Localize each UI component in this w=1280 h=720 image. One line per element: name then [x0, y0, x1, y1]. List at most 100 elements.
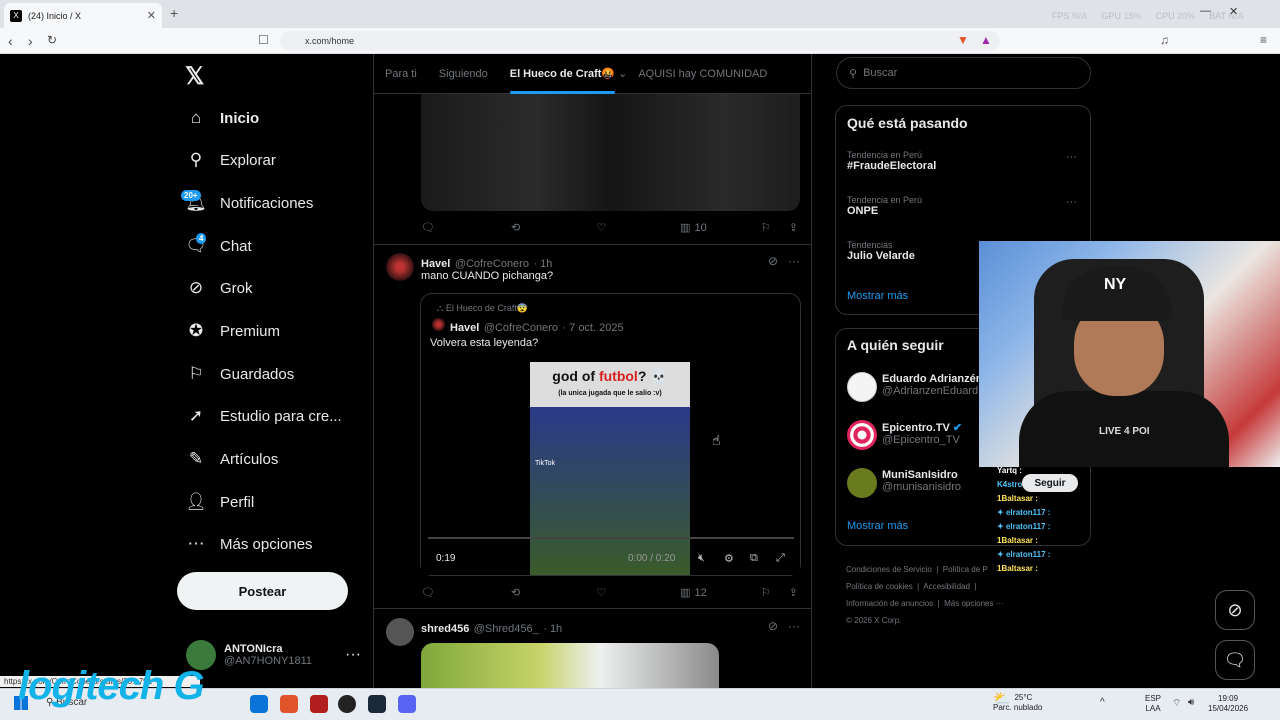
close-window-icon[interactable]: ✕: [1229, 5, 1238, 18]
new-tab-icon[interactable]: +: [170, 5, 178, 21]
brave-shield-icon[interactable]: ▼: [957, 33, 969, 47]
nav-item-explorar[interactable]: ⚲ Explorar: [186, 143, 276, 177]
volume-icon[interactable]: 🔊︎: [1188, 697, 1194, 708]
trend-item[interactable]: Tendencias Julio Velarde: [847, 240, 915, 262]
tweet-media-image[interactable]: [421, 643, 719, 688]
follow-button[interactable]: Seguir: [1022, 474, 1078, 492]
more-icon[interactable]: ···: [1066, 151, 1077, 163]
back-icon[interactable]: ‹: [8, 33, 13, 49]
app-icon[interactable]: [250, 695, 268, 713]
brave-icon[interactable]: [280, 695, 298, 713]
x-logo-icon[interactable]: 𝕏: [185, 62, 204, 91]
rewards-icon[interactable]: ▲: [980, 33, 992, 47]
grok-icon[interactable]: ⊘: [768, 619, 778, 633]
avatar[interactable]: [847, 372, 877, 402]
share-icon[interactable]: ⇪: [789, 586, 798, 599]
minimize-icon[interactable]: —: [1200, 5, 1211, 18]
more-icon[interactable]: ···: [1066, 196, 1077, 208]
settings-icon[interactable]: ⚙: [724, 552, 734, 565]
nav-item-mas-opciones[interactable]: ⋯ Más opciones: [186, 527, 313, 561]
more-icon[interactable]: ···: [788, 254, 800, 268]
post-button[interactable]: Postear: [177, 572, 348, 610]
show-more-trends-link[interactable]: Mostrar más: [847, 290, 908, 302]
nav-item-perfil[interactable]: 👤︎ Perfil: [185, 485, 254, 519]
like-icon[interactable]: ♡: [596, 586, 606, 599]
tweet-time[interactable]: · 1h: [533, 258, 552, 270]
footer-link[interactable]: Política de cookies: [846, 582, 913, 591]
music-icon[interactable]: ♫: [1160, 33, 1169, 47]
language-indicator[interactable]: ESP LAA: [1145, 694, 1161, 714]
reply-icon[interactable]: 🗨︎: [421, 586, 435, 599]
close-tab-icon[interactable]: ✕: [147, 9, 156, 22]
tweet-author-name[interactable]: Havel: [421, 258, 450, 270]
chat-float-button[interactable]: 🗨︎: [1215, 640, 1255, 680]
nav-item-chat[interactable]: 🗨︎ Chat: [185, 229, 251, 263]
discord-icon[interactable]: [398, 695, 416, 713]
views-icon[interactable]: ▥ 12: [680, 586, 707, 600]
nav-item-grok[interactable]: ⊘ Grok: [186, 271, 253, 305]
tab-hueco-de-craft[interactable]: El Hueco de Craft🤬: [499, 67, 626, 94]
like-icon[interactable]: ♡: [596, 221, 606, 234]
trend-item[interactable]: Tendencia en Perú ONPE: [847, 195, 922, 217]
bookmark-icon[interactable]: ⚐: [761, 221, 771, 234]
more-icon[interactable]: ···: [788, 619, 800, 633]
views-icon[interactable]: ▥ 10: [680, 221, 707, 235]
grok-float-button[interactable]: ⊘: [1215, 590, 1255, 630]
reply-icon[interactable]: 🗨︎: [421, 221, 435, 234]
avatar[interactable]: [847, 468, 877, 498]
account-switcher[interactable]: ANTONIcra @AN7HONY1811 ···: [186, 640, 361, 670]
pip-icon[interactable]: ⧉: [750, 552, 758, 565]
tweet-author-handle[interactable]: @Shred456_: [474, 623, 539, 635]
footer-link[interactable]: Política de P: [943, 565, 988, 574]
repost-icon[interactable]: ⟲: [511, 586, 520, 599]
tray-chevron-icon[interactable]: ^: [1100, 697, 1105, 708]
bookmark-icon[interactable]: ⚐: [761, 586, 771, 599]
share-icon[interactable]: ⇪: [789, 221, 798, 234]
forward-icon[interactable]: ›: [28, 33, 33, 49]
browser-tab[interactable]: X (24) Inicio / X ✕: [4, 3, 162, 28]
follow-suggestion[interactable]: MuniSanIsidro @munisanisidro: [882, 469, 961, 493]
search-input[interactable]: ⚲ Buscar: [836, 57, 1091, 89]
avatar[interactable]: [386, 253, 414, 281]
follow-suggestion[interactable]: Epicentro.TV ✔ @Epicentro_TV: [882, 421, 962, 446]
menu-icon[interactable]: ≡: [1260, 33, 1267, 47]
footer-link[interactable]: Información de anuncios: [846, 599, 933, 608]
avatar[interactable]: [847, 420, 877, 450]
footer-link[interactable]: Accesibilidad: [923, 582, 970, 591]
nav-item-premium[interactable]: ✪ Premium: [186, 314, 280, 348]
app-icon[interactable]: [310, 695, 328, 713]
nav-item-inicio[interactable]: ⌂ Inicio: [186, 101, 259, 135]
footer-link[interactable]: Más opciones ···: [944, 599, 1004, 608]
tweet-author-name[interactable]: shred456: [421, 623, 469, 635]
tweet-time[interactable]: · 1h: [543, 623, 562, 635]
tab-siguiendo[interactable]: Siguiendo: [428, 68, 499, 80]
address-bar[interactable]: x.com/home: [280, 31, 1000, 51]
video-progress[interactable]: [428, 537, 794, 539]
nav-item-estudio[interactable]: ➚ Estudio para cre...: [186, 399, 342, 433]
repost-icon[interactable]: ⟲: [511, 221, 520, 234]
show-more-follow-link[interactable]: Mostrar más: [847, 520, 908, 532]
taskbar-clock[interactable]: 19:09 15/04/2026: [1208, 694, 1248, 714]
weather-widget[interactable]: ⛅ 25°C Parc. nublado: [993, 691, 1042, 713]
tweet-author-handle[interactable]: @CofreConero: [455, 258, 529, 270]
steam-icon[interactable]: [368, 695, 386, 713]
nav-item-articulos[interactable]: ✎ Artículos: [186, 442, 278, 476]
follow-suggestion[interactable]: Eduardo Adrianzén @AdrianzenEduard: [882, 373, 982, 397]
avatar[interactable]: [386, 618, 414, 646]
mute-icon[interactable]: 🔇︎: [698, 552, 705, 565]
tab-aquisi-comunidad[interactable]: AQUISI hay COMUNIDAD: [627, 68, 778, 80]
nav-item-notificaciones[interactable]: 🔔︎ Notificaciones: [185, 186, 313, 220]
bookmark-page-icon[interactable]: ☐: [258, 33, 269, 47]
chevron-down-icon[interactable]: ⌄: [618, 67, 627, 80]
app-icon[interactable]: [338, 695, 356, 713]
tab-para-ti[interactable]: Para ti: [374, 68, 428, 80]
wifi-icon[interactable]: ⌔: [1172, 697, 1181, 710]
more-icon[interactable]: ···: [345, 646, 361, 664]
trend-item[interactable]: Tendencia en Perú #FraudeElectoral: [847, 150, 936, 172]
footer-link[interactable]: Condiciones de Servicio: [846, 565, 932, 574]
reload-icon[interactable]: ↻: [47, 33, 57, 47]
fullscreen-icon[interactable]: ⤢: [776, 552, 785, 565]
tweet-media-image[interactable]: [421, 94, 800, 211]
nav-item-guardados[interactable]: ⚐ Guardados: [186, 357, 294, 391]
grok-icon[interactable]: ⊘: [768, 254, 778, 268]
